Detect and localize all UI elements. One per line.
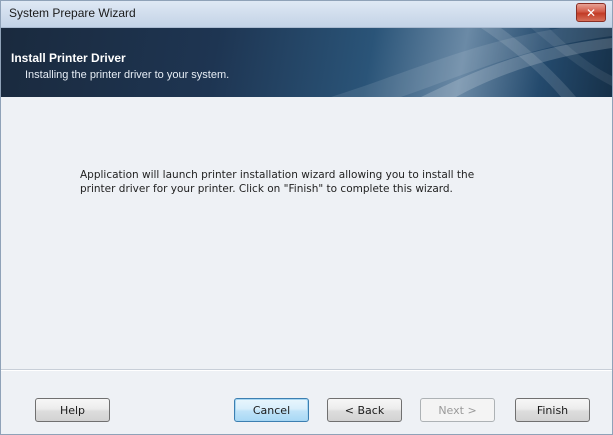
close-icon: ✕ (585, 5, 597, 20)
window-title: System Prepare Wizard (9, 6, 136, 20)
help-button[interactable]: Help (35, 398, 110, 422)
header-banner: Install Printer Driver Installing the pr… (1, 28, 612, 97)
page-title: Install Printer Driver (11, 51, 126, 65)
button-bar: Help Cancel < Back Next > Finish (1, 371, 612, 434)
instruction-text: Application will launch printer installa… (80, 169, 475, 195)
finish-button[interactable]: Finish (515, 398, 590, 422)
content-area: Application will launch printer installa… (1, 97, 612, 369)
page-subtitle: Installing the printer driver to your sy… (25, 69, 230, 81)
cancel-button[interactable]: Cancel (234, 398, 309, 422)
next-button[interactable]: Next > (420, 398, 495, 422)
back-button[interactable]: < Back (327, 398, 402, 422)
title-bar[interactable]: System Prepare Wizard ✕ (1, 1, 612, 28)
close-button[interactable]: ✕ (576, 3, 606, 22)
wizard-window: System Prepare Wizard ✕ Install Printer … (0, 0, 613, 435)
